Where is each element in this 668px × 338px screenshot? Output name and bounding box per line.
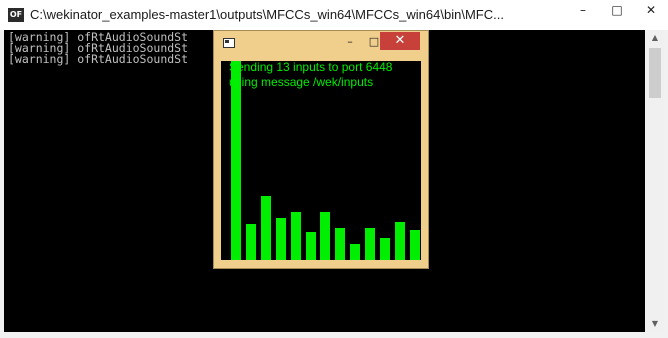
scroll-down-arrow-icon[interactable]: ▼ [646, 316, 664, 332]
scrollbar-thumb[interactable] [649, 48, 661, 98]
input-bar [410, 230, 420, 260]
input-bar [350, 244, 360, 260]
input-bar [291, 212, 301, 260]
input-bar [306, 232, 316, 260]
app-close-button[interactable]: ✕ [380, 32, 420, 50]
mfcc-app-window: – □ ✕ Sending 13 inputs to port 6448 usi… [213, 30, 429, 269]
mfcc-visualization-canvas: Sending 13 inputs to port 6448 using mes… [221, 61, 421, 260]
status-text-message: using message /wek/inputs [229, 75, 374, 89]
input-bar [261, 196, 271, 260]
app-window-icon[interactable] [223, 38, 235, 48]
input-bar [320, 212, 330, 260]
input-bar [395, 222, 405, 260]
vertical-scrollbar[interactable]: ▲ ▼ [646, 30, 664, 332]
minimize-button[interactable]: – [566, 0, 600, 22]
maximize-button[interactable]: □ [600, 0, 634, 22]
input-bar [335, 228, 345, 260]
input-bar [365, 228, 375, 260]
close-button[interactable]: ✕ [634, 0, 668, 22]
input-bar [231, 61, 241, 260]
input-bar [380, 238, 390, 260]
status-text-inputs: Sending 13 inputs to port 6448 [229, 61, 393, 74]
scroll-up-arrow-icon[interactable]: ▲ [646, 30, 664, 46]
input-bar [276, 218, 286, 260]
console-window-title: C:\wekinator_examples-master1\outputs\MF… [30, 7, 504, 22]
app-minimize-button[interactable]: – [337, 34, 363, 50]
openframeworks-icon[interactable]: OF [8, 8, 24, 22]
input-bar [246, 224, 256, 260]
console-titlebar[interactable]: OF C:\wekinator_examples-master1\outputs… [0, 0, 668, 30]
